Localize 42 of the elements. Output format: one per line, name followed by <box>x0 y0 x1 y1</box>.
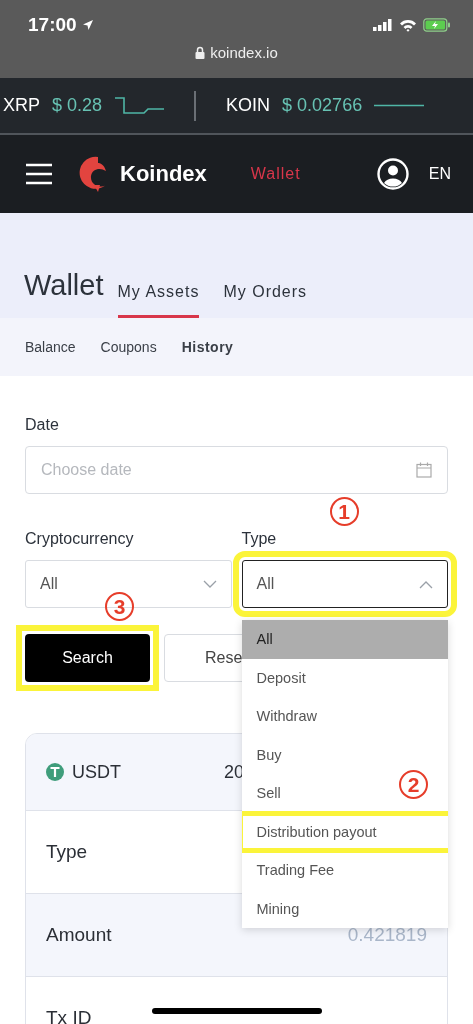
calendar-icon <box>416 462 432 478</box>
sub-tab[interactable]: Balance <box>25 339 76 355</box>
sub-tab[interactable]: Coupons <box>100 339 157 355</box>
dropdown-option[interactable]: Distribution payout <box>241 812 448 851</box>
row-label: Amount <box>46 924 112 946</box>
annotation-number: 1 <box>329 497 359 526</box>
annotation-number: 3 <box>105 592 134 621</box>
search-button[interactable]: Search <box>25 634 150 682</box>
language-selector[interactable]: EN <box>428 165 451 183</box>
chevron-down-icon <box>202 579 217 589</box>
row-label: Tx ID <box>46 1007 92 1024</box>
sub-tab[interactable]: History <box>181 339 234 355</box>
wifi-icon <box>399 18 417 32</box>
dropdown-option[interactable]: All <box>241 620 448 659</box>
ticker-price: $ 0.28 <box>52 95 103 116</box>
battery-charging-icon <box>423 18 451 32</box>
url-text[interactable]: koindex.io <box>210 44 278 61</box>
field-label: Date <box>25 416 60 434</box>
row-label: Type <box>46 841 88 863</box>
menu-icon[interactable] <box>26 163 52 185</box>
dropdown-option[interactable]: Withdraw <box>241 697 448 736</box>
tab[interactable]: My Orders <box>223 283 308 318</box>
ticker-symbol: KOIN <box>226 95 271 116</box>
coin-icon <box>46 763 64 781</box>
chevron-up-icon <box>419 579 433 589</box>
field-label: Cryptocurrency <box>25 530 135 548</box>
page-title: Wallet <box>24 269 104 303</box>
sparkline <box>114 95 165 116</box>
location-arrow-icon <box>81 19 94 31</box>
nav-link[interactable]: Wallet <box>250 165 301 183</box>
user-icon[interactable] <box>376 158 409 190</box>
ticker-price: $ 0.02766 <box>282 95 363 116</box>
brand-name[interactable]: Koindex <box>120 161 207 187</box>
signal-icon <box>373 19 393 31</box>
field-label: Type <box>241 530 278 548</box>
dropdown-option[interactable]: Trading Fee <box>241 851 448 890</box>
coin-name: USDT <box>72 761 121 783</box>
status-time: 17:00 <box>28 14 77 36</box>
ticker-symbol: XRP <box>3 95 40 116</box>
sparkline <box>374 104 425 107</box>
lock-icon <box>195 46 206 59</box>
annotation-number: 2 <box>399 770 428 799</box>
